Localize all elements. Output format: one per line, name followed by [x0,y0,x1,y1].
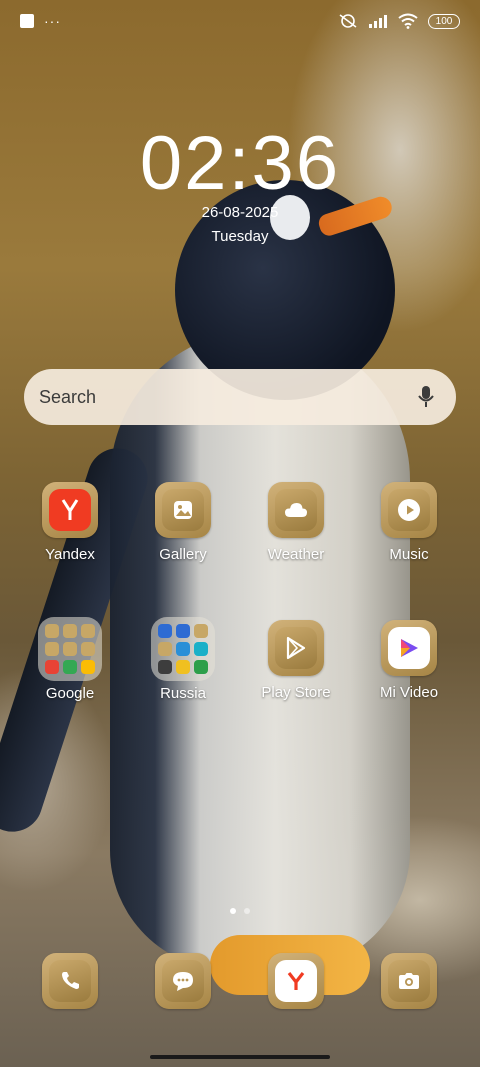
folder-icon [38,617,102,681]
home-indicator[interactable] [150,1055,330,1059]
play-store-icon [268,620,324,676]
search-placeholder: Search [39,386,97,407]
app-label: Yandex [45,546,95,563]
yandex-icon [42,482,98,538]
clock-date: 26-08-2025 [201,204,279,221]
mi-video-icon [381,620,437,676]
app-mi-video[interactable]: Mi Video [359,620,459,701]
page-indicator [0,908,480,914]
app-label: Music [389,546,429,563]
gallery-icon [155,482,211,538]
clock-day: Tuesday [211,228,269,245]
messages-icon [155,953,211,1009]
dock-phone[interactable] [42,953,98,1009]
app-label: Russia [160,685,206,702]
app-gallery[interactable]: Gallery [133,482,233,563]
search-bar[interactable]: Search [24,369,456,425]
folder-google[interactable]: Google [20,617,120,702]
yandex-browser-icon [268,953,324,1009]
app-yandex[interactable]: Yandex [20,482,120,563]
clock-time[interactable]: 02:36 [0,120,480,207]
status-bar: ··· 100 [0,0,480,42]
folder-russia[interactable]: Russia [133,617,233,702]
play-icon [381,482,437,538]
phone-icon [42,953,98,1009]
app-label: Play Store [261,684,331,701]
folder-icon [151,617,215,681]
battery-indicator: 100 [428,13,460,29]
page-dot-active[interactable] [230,908,236,914]
status-left: ··· [20,13,61,29]
app-music[interactable]: Music [359,482,459,563]
dock-yandex-browser[interactable] [268,953,324,1009]
more-notifications-icon: ··· [44,13,61,29]
cloud-icon [268,482,324,538]
app-weather[interactable]: Weather [246,482,346,563]
app-label: Weather [267,546,325,563]
notification-app-icon [20,14,34,28]
app-label: Mi Video [379,684,439,701]
app-label: Google [45,685,95,702]
dock-messages[interactable] [155,953,211,1009]
camera-icon [381,953,437,1009]
wifi-icon [398,13,418,29]
app-label: Gallery [159,546,207,563]
dock-camera[interactable] [381,953,437,1009]
page-dot[interactable] [244,908,250,914]
status-right: 100 [338,13,460,29]
alarm-off-icon [339,14,357,28]
microphone-icon[interactable] [418,385,434,409]
signal-icon [369,15,387,28]
app-play-store[interactable]: Play Store [246,620,346,701]
